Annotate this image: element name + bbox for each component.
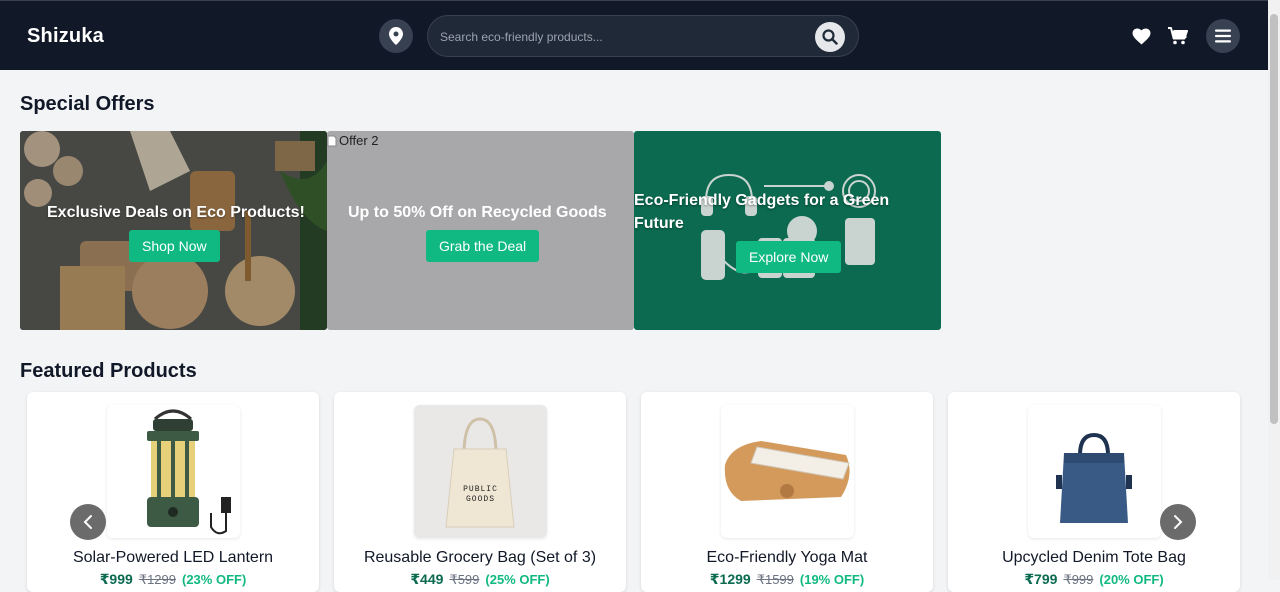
product-name[interactable]: Eco-Friendly Yoga Mat — [641, 549, 933, 567]
chevron-left-icon — [83, 515, 92, 529]
broken-image-placeholder: Offer 2 — [327, 133, 379, 148]
broken-image-icon — [327, 135, 337, 146]
carousel-prev-button[interactable] — [70, 504, 106, 540]
bag-print-text: PUBLIC GOODS — [463, 485, 498, 504]
brand-logo[interactable]: Shizuka — [27, 25, 104, 48]
product-card[interactable]: Upcycled Denim Tote Bag ₹799 ₹999 (20% OFF… — [948, 392, 1240, 592]
current-price: ₹799 — [1024, 571, 1058, 587]
menu-button[interactable] — [1206, 19, 1240, 53]
carousel-next-button[interactable] — [1160, 504, 1196, 540]
offer-banner-1: Exclusive Deals on Eco Products! Shop No… — [20, 131, 327, 330]
product-name[interactable]: Solar-Powered LED Lantern — [27, 549, 319, 567]
product-image[interactable]: PUBLIC GOODS — [414, 405, 547, 538]
product-card[interactable]: Eco-Friendly Yoga Mat ₹1299 ₹1599 (19% OFF… — [641, 392, 933, 592]
special-offers-title: Special Offers — [20, 93, 155, 115]
product-name[interactable]: Reusable Grocery Bag (Set of 3) — [334, 549, 626, 567]
offer-banner-2: Up to 50% Off on Recycled Goods Grab the… — [327, 131, 634, 330]
lantern-image — [147, 409, 231, 535]
scrollbar-thumb[interactable] — [1270, 14, 1278, 424]
denim-tote-image — [1056, 432, 1132, 523]
yoga-mat-image — [724, 441, 850, 501]
offer-title-2: Up to 50% Off on Recycled Goods — [348, 204, 607, 221]
product-card[interactable]: Solar-Powered LED Lantern ₹999 ₹1299 (23% … — [27, 392, 319, 592]
wishlist-button[interactable] — [1130, 25, 1152, 47]
current-price: ₹1299 — [709, 571, 751, 587]
offer-title-3: Eco-Friendly Gadgets for a Green Future — [634, 192, 890, 232]
offer-2-alt-text: Offer 2 — [339, 133, 379, 148]
search-button[interactable] — [815, 22, 845, 52]
menu-icon — [1215, 29, 1231, 43]
offer-title-1: Exclusive Deals on Eco Products! — [47, 204, 305, 221]
product-image[interactable] — [107, 405, 240, 538]
grab-the-deal-button[interactable]: Grab the Deal — [426, 230, 540, 262]
product-image[interactable] — [1028, 405, 1161, 538]
current-price: ₹999 — [99, 571, 133, 587]
product-name[interactable]: Upcycled Denim Tote Bag — [948, 549, 1240, 567]
product-image[interactable] — [721, 405, 854, 538]
search-bar — [427, 15, 859, 57]
grocery-bag-image — [445, 417, 515, 528]
current-price: ₹449 — [410, 571, 444, 587]
explore-now-button[interactable]: Explore Now — [736, 241, 842, 273]
location-icon — [389, 27, 403, 45]
search-input[interactable] — [440, 26, 810, 48]
search-icon — [822, 29, 838, 45]
chevron-right-icon — [1174, 515, 1183, 529]
cart-button[interactable] — [1167, 25, 1189, 47]
heart-icon — [1132, 27, 1150, 45]
cart-icon — [1168, 27, 1188, 45]
navbar: Shizuka — [0, 0, 1268, 70]
product-card[interactable]: PUBLIC GOODS Reusable Grocery Bag (Set o… — [334, 392, 626, 592]
location-button[interactable] — [379, 19, 413, 53]
featured-products-title: Featured Products — [20, 360, 197, 382]
shop-now-button[interactable]: Shop Now — [129, 230, 220, 262]
offer-banner-3: Eco-Friendly Gadgets for a Green Future … — [634, 131, 941, 330]
